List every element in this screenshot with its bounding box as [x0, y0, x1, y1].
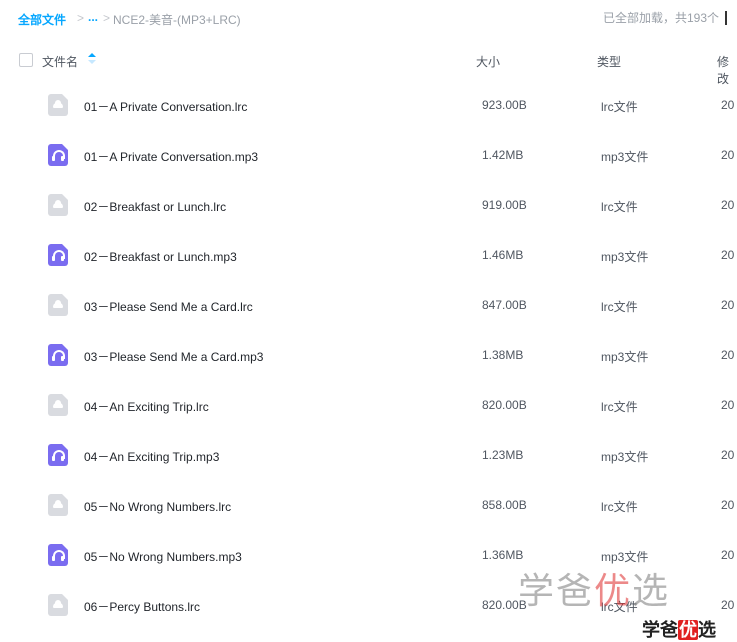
- file-type: lrc文件: [601, 100, 638, 114]
- file-row[interactable]: 01－A Private Conversation.lrc 923.00B lrc文…: [0, 80, 737, 130]
- file-row[interactable]: 03－Please Send Me a Card.lrc 847.00B lrc文件…: [0, 280, 737, 330]
- file-modified-date: 20: [721, 448, 735, 462]
- file-name-link[interactable]: 05－No Wrong Numbers.mp3: [84, 548, 242, 565]
- file-type: lrc文件: [601, 400, 638, 414]
- file-modified-date: 20: [721, 398, 735, 412]
- lrc-file-icon: [48, 294, 68, 316]
- audio-file-icon: [48, 444, 68, 466]
- breadcrumb-separator-icon: >: [103, 11, 111, 25]
- file-row[interactable]: 02－Breakfast or Lunch.mp3 1.46MB mp3文件 20: [0, 230, 737, 280]
- file-type: mp3文件: [601, 450, 649, 464]
- select-all-checkbox[interactable]: [19, 53, 33, 67]
- breadcrumb-current-folder: NCE2-美音-(MP3+LRC): [113, 13, 241, 27]
- file-modified-date: 20: [721, 498, 735, 512]
- lrc-file-icon: [48, 194, 68, 216]
- file-modified-date: 20: [721, 198, 735, 212]
- breadcrumb-ellipsis-link[interactable]: ...: [88, 10, 98, 24]
- file-row[interactable]: 04－An Exciting Trip.mp3 1.23MB mp3文件 20: [0, 430, 737, 480]
- column-header-name[interactable]: 文件名: [42, 53, 78, 70]
- file-size: 919.00B: [482, 198, 527, 212]
- audio-file-icon: [48, 144, 68, 166]
- file-row[interactable]: 03－Please Send Me a Card.mp3 1.38MB mp3文件 2…: [0, 330, 737, 380]
- file-size: 1.38MB: [482, 348, 524, 362]
- audio-file-icon: [48, 544, 68, 566]
- file-size: 820.00B: [482, 398, 527, 412]
- watermark-logo-small: 学爸优选: [642, 620, 716, 640]
- file-size: 1.36MB: [482, 548, 524, 562]
- file-modified-date: 20: [721, 548, 735, 562]
- file-modified-date: 20: [721, 248, 735, 262]
- top-bar: 全部文件 > ... > NCE2-美音-(MP3+LRC) 已全部加载，共19…: [0, 0, 737, 38]
- column-header-size[interactable]: 大小: [476, 53, 500, 70]
- file-modified-date: 20: [721, 98, 735, 112]
- file-type: mp3文件: [601, 350, 649, 364]
- sort-arrows-icon[interactable]: [88, 53, 96, 67]
- file-size: 847.00B: [482, 298, 527, 312]
- file-name-link[interactable]: 04－An Exciting Trip.lrc: [84, 398, 209, 415]
- file-name-link[interactable]: 01－A Private Conversation.mp3: [84, 148, 258, 165]
- file-size: 1.42MB: [482, 148, 524, 162]
- file-name-link[interactable]: 06－Percy Buttons.lrc: [84, 598, 200, 615]
- file-type: mp3文件: [601, 150, 649, 164]
- file-type: mp3文件: [601, 250, 649, 264]
- file-size: 1.46MB: [482, 248, 524, 262]
- audio-file-icon: [48, 244, 68, 266]
- lrc-file-icon: [48, 394, 68, 416]
- file-size: 923.00B: [482, 98, 527, 112]
- file-name-link[interactable]: 03－Please Send Me a Card.lrc: [84, 298, 253, 315]
- load-status-text: 已全部加载，共193个: [603, 11, 727, 25]
- file-row[interactable]: 04－An Exciting Trip.lrc 820.00B lrc文件 20: [0, 380, 737, 430]
- file-list-header: 文件名 大小 类型 修改: [0, 44, 737, 86]
- file-name-link[interactable]: 05－No Wrong Numbers.lrc: [84, 498, 231, 515]
- lrc-file-icon: [48, 494, 68, 516]
- file-row[interactable]: 01－A Private Conversation.mp3 1.42MB mp3文件…: [0, 130, 737, 180]
- audio-file-icon: [48, 344, 68, 366]
- file-modified-date: 20: [721, 348, 735, 362]
- file-type: lrc文件: [601, 300, 638, 314]
- breadcrumb-root-link[interactable]: 全部文件: [18, 11, 66, 28]
- file-size: 1.23MB: [482, 448, 524, 462]
- file-name-link[interactable]: 04－An Exciting Trip.mp3: [84, 448, 219, 465]
- file-name-link[interactable]: 02－Breakfast or Lunch.lrc: [84, 198, 226, 215]
- file-row[interactable]: 05－No Wrong Numbers.lrc 858.00B lrc文件 20: [0, 480, 737, 530]
- file-size: 858.00B: [482, 498, 527, 512]
- breadcrumb-separator-icon: >: [77, 11, 85, 25]
- file-name-link[interactable]: 02－Breakfast or Lunch.mp3: [84, 248, 237, 265]
- file-row[interactable]: 02－Breakfast or Lunch.lrc 919.00B lrc文件 20: [0, 180, 737, 230]
- file-type: lrc文件: [601, 500, 638, 514]
- file-name-link[interactable]: 03－Please Send Me a Card.mp3: [84, 348, 263, 365]
- column-header-type[interactable]: 类型: [597, 53, 621, 70]
- lrc-file-icon: [48, 594, 68, 616]
- file-name-link[interactable]: 01－A Private Conversation.lrc: [84, 98, 247, 115]
- file-modified-date: 20: [721, 298, 735, 312]
- file-type: lrc文件: [601, 200, 638, 214]
- watermark-logo: 学爸优选: [518, 570, 671, 611]
- lrc-file-icon: [48, 94, 68, 116]
- file-modified-date: 20: [721, 598, 735, 612]
- file-modified-date: 20: [721, 148, 735, 162]
